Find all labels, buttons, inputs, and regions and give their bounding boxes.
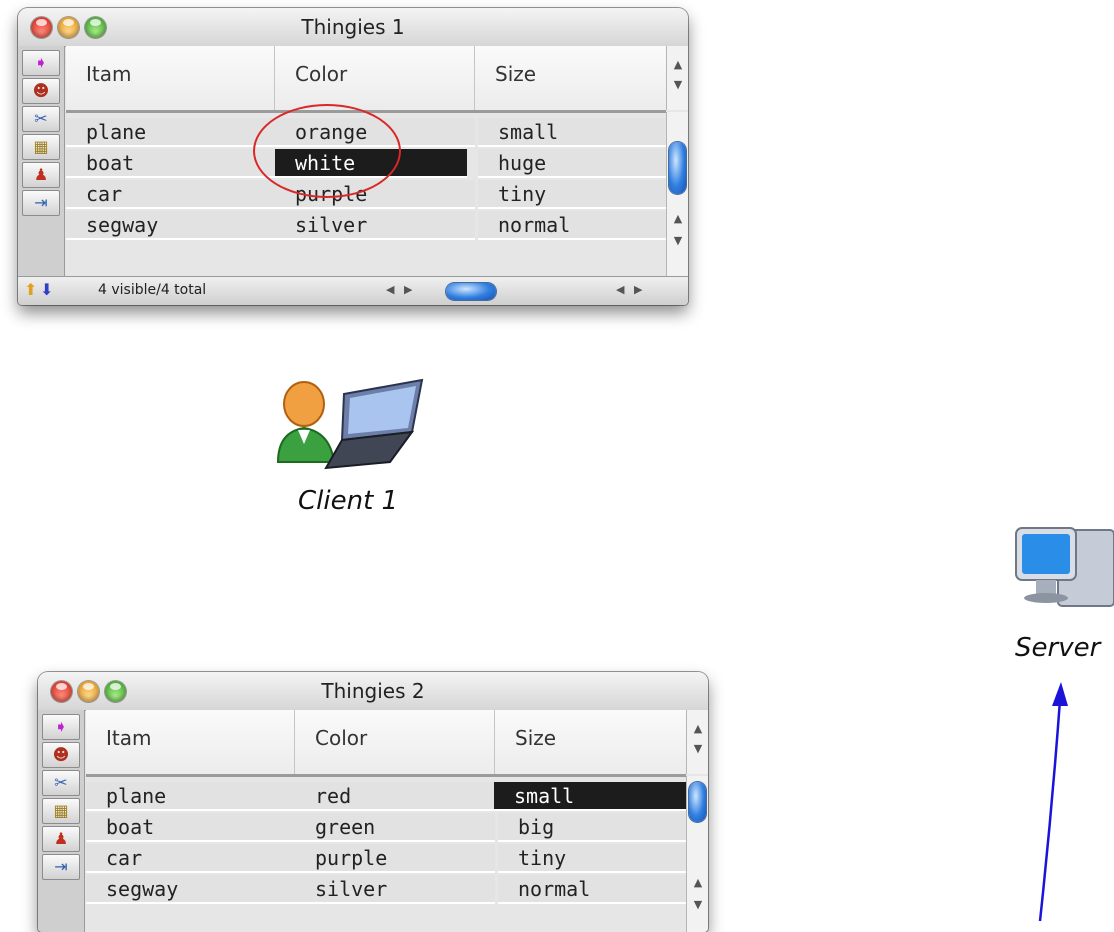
people-icon[interactable]: ☻ — [42, 742, 80, 768]
table-cell[interactable]: boat — [66, 149, 275, 178]
status-bar: ⬆ ⬇ 4 visible/4 total ◀ ▶ ◀ ▶ — [18, 276, 688, 305]
scroll-up-icon[interactable]: ▲ — [687, 722, 708, 736]
title-bar[interactable]: Thingies 2 — [38, 672, 708, 711]
header-scrollbar[interactable]: ▲ ▼ — [666, 46, 688, 110]
column-header-item[interactable]: Itam — [66, 46, 275, 110]
scroll-thumb[interactable] — [689, 782, 706, 822]
scroll-thumb[interactable] — [669, 142, 686, 194]
form-icon[interactable]: ▦ — [22, 134, 60, 160]
column-header-size[interactable]: Size — [475, 46, 666, 110]
pointer-icon[interactable]: ➧ — [22, 50, 60, 76]
scroll-down-icon[interactable]: ▼ — [687, 742, 708, 756]
title-bar[interactable]: Thingies 1 — [18, 8, 688, 47]
table-cell[interactable]: green — [295, 813, 495, 842]
server-computer-icon — [1015, 527, 1114, 607]
stamp-icon[interactable]: ♟ — [42, 826, 80, 852]
window-title: Thingies 2 — [321, 679, 425, 703]
form-icon[interactable]: ▦ — [42, 798, 80, 824]
scissors-icon[interactable]: ✂ — [22, 106, 60, 132]
table-cell[interactable]: normal — [498, 875, 688, 904]
table-cell[interactable]: huge — [478, 149, 668, 178]
client-label: Client 1 — [298, 486, 399, 516]
scroll-down-icon[interactable]: ▼ — [667, 234, 688, 248]
column-header-item[interactable]: Itam — [86, 710, 295, 774]
server-label: Server — [1015, 633, 1101, 663]
scroll-right-icon[interactable]: ▶ — [634, 283, 642, 296]
table-cell[interactable]: small — [478, 118, 668, 147]
annotation-circle — [253, 104, 401, 198]
scroll-left-icon[interactable]: ◀ — [616, 283, 624, 296]
column-header-color[interactable]: Color — [295, 710, 495, 774]
tool-palette: ➧ ☻ ✂ ▦ ♟ ⇥ — [18, 46, 65, 277]
table-cell[interactable]: big — [498, 813, 688, 842]
sort-up-icon[interactable]: ⬆ — [24, 280, 37, 299]
table-header: Itam Color Size — [66, 46, 666, 113]
table-cell[interactable]: silver — [275, 211, 475, 240]
table-cell[interactable]: car — [86, 844, 295, 873]
table-cell[interactable]: segway — [66, 211, 275, 240]
table-cell[interactable]: boat — [86, 813, 295, 842]
table-cell[interactable]: silver — [295, 875, 495, 904]
scroll-down-icon[interactable]: ▼ — [667, 78, 688, 92]
window-title: Thingies 1 — [301, 15, 405, 39]
scroll-left-icon[interactable]: ◀ — [386, 283, 394, 296]
scissors-icon[interactable]: ✂ — [42, 770, 80, 796]
table-cell[interactable]: car — [66, 180, 275, 209]
table-cell[interactable]: normal — [478, 211, 668, 240]
table-cell[interactable]: segway — [86, 875, 295, 904]
thingies-2-window: Thingies 2 ➧ ☻ ✂ ▦ ♟ ⇥ Itam Color Size p… — [38, 672, 708, 932]
table-cell-selected[interactable]: small — [494, 782, 688, 811]
sort-down-icon[interactable]: ⬇ — [40, 280, 53, 299]
table-cell[interactable]: purple — [295, 844, 495, 873]
scroll-right-icon[interactable]: ▶ — [404, 283, 412, 296]
table-scrollbar[interactable]: ▲ ▼ — [666, 112, 688, 277]
scroll-down-icon[interactable]: ▼ — [687, 898, 708, 912]
scroll-up-icon[interactable]: ▲ — [667, 58, 688, 72]
scroll-up-icon[interactable]: ▲ — [667, 212, 688, 226]
header-scrollbar[interactable]: ▲ ▼ — [686, 710, 708, 774]
stamp-icon[interactable]: ♟ — [22, 162, 60, 188]
record-count: 4 visible/4 total — [98, 282, 207, 298]
arrow-right-icon[interactable]: ⇥ — [42, 854, 80, 880]
scroll-up-icon[interactable]: ▲ — [687, 876, 708, 890]
table-cell[interactable]: tiny — [498, 844, 688, 873]
user-laptop-icon — [276, 378, 424, 470]
people-icon[interactable]: ☻ — [22, 78, 60, 104]
horizontal-scroll-thumb[interactable] — [446, 283, 496, 300]
table-cell[interactable]: plane — [66, 118, 275, 147]
column-header-size[interactable]: Size — [495, 710, 686, 774]
table-cell[interactable]: plane — [86, 782, 295, 811]
tool-palette: ➧ ☻ ✂ ▦ ♟ ⇥ — [38, 710, 85, 932]
table-cell[interactable]: tiny — [478, 180, 668, 209]
table-cell[interactable]: red — [295, 782, 495, 811]
arrow-right-icon[interactable]: ⇥ — [22, 190, 60, 216]
table-scrollbar[interactable]: ▲ ▼ — [686, 776, 708, 932]
table-header: Itam Color Size — [86, 710, 686, 777]
column-header-color[interactable]: Color — [275, 46, 475, 110]
pointer-icon[interactable]: ➧ — [42, 714, 80, 740]
sync-arrow-icon — [1038, 682, 1068, 921]
